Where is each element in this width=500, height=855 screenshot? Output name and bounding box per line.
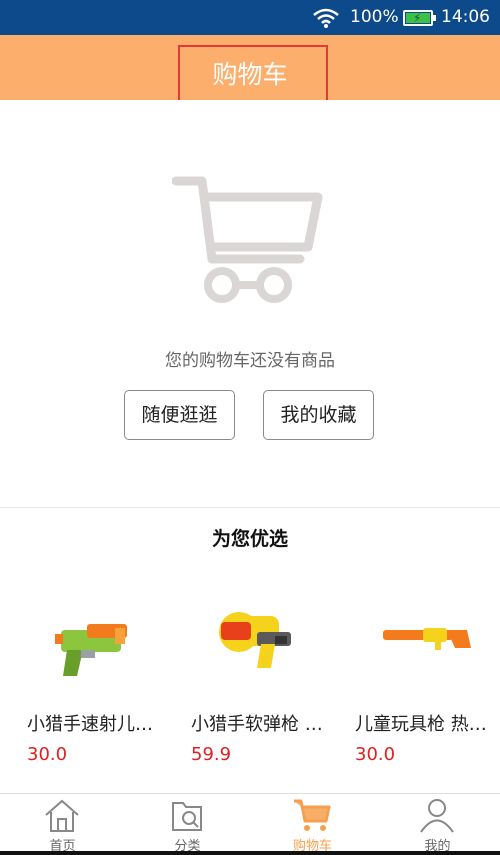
bottom-tab-bar: 首页 分类 购物车 我的 xyxy=(0,793,500,855)
product-card[interactable]: 小猎手速射儿童玩具枪 30.0 xyxy=(27,590,177,780)
toy-gun-image xyxy=(55,624,127,676)
browse-button[interactable]: 随便逛逛 xyxy=(124,390,235,440)
product-price: 30.0 xyxy=(27,744,68,765)
product-name: 小猎手速射儿童玩具枪 xyxy=(27,714,167,735)
favorites-button[interactable]: 我的收藏 xyxy=(263,390,374,440)
wifi-icon xyxy=(313,8,339,28)
product-name: 儿童玩具枪 热卖款 xyxy=(355,714,495,735)
battery-percent: 100% xyxy=(350,7,399,27)
recommend-title: 为您优选 xyxy=(211,528,288,550)
page-title: 购物车 xyxy=(212,60,288,89)
tab-cart[interactable]: 购物车 xyxy=(250,794,375,855)
user-icon xyxy=(420,799,454,833)
empty-cart-section: 您的购物车还没有商品 随便逛逛 我的收藏 xyxy=(0,100,500,508)
tab-category[interactable]: 分类 xyxy=(125,794,250,855)
product-name: 小猎手软弹枪 玩具枪 xyxy=(191,714,331,735)
title-highlight-box: 购物车 xyxy=(178,45,328,105)
product-card[interactable]: 小猎手软弹枪 玩具枪 59.9 xyxy=(191,590,341,780)
empty-cart-message: 您的购物车还没有商品 xyxy=(165,351,335,371)
product-price: 30.0 xyxy=(355,744,396,765)
toy-gun-image xyxy=(219,612,291,668)
cart-icon xyxy=(294,799,331,831)
empty-cart-icon xyxy=(172,176,323,303)
status-bar: 100% ⚡ 14:06 xyxy=(0,0,500,35)
category-search-icon xyxy=(172,802,202,831)
product-card[interactable]: 儿童玩具枪 热卖款 30.0 xyxy=(355,590,500,780)
tab-profile[interactable]: 我的 xyxy=(375,794,500,855)
toy-gun-image xyxy=(383,628,471,650)
home-icon xyxy=(45,799,79,832)
product-price: 59.9 xyxy=(191,744,232,765)
clock: 14:06 xyxy=(441,7,490,27)
tab-home[interactable]: 首页 xyxy=(0,794,125,855)
battery-icon: ⚡ xyxy=(403,10,436,26)
screen-bottom-edge xyxy=(0,851,500,855)
header: 购物车 xyxy=(0,35,500,105)
